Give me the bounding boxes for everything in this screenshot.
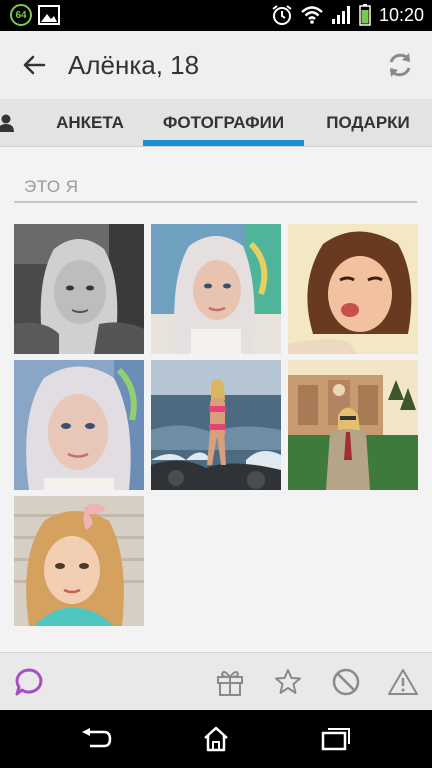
back-button[interactable] [14,45,54,85]
warning-icon [388,669,418,695]
page-title: Алёнка, 18 [68,50,200,80]
app-bar: Алёнка, 18 [0,31,432,99]
profile-icon[interactable] [0,113,18,133]
status-bar: 64 10:20 [0,0,432,31]
tab-anketa[interactable]: АНКЕТА [38,99,142,147]
photo-6-image [288,360,418,490]
nav-recents-button[interactable] [316,724,356,754]
wifi-icon [301,6,323,24]
gift-icon [217,671,243,696]
action-bar [0,652,432,710]
tab-gifts[interactable]: ПОДАРКИ [314,99,422,147]
section-divider [14,201,417,203]
system-nav-bar [0,710,432,768]
app-screen: 64 10:20 Алёнка, 18 АНКЕТА ФОТОГРАФИИ ПО… [0,0,432,768]
photo-7[interactable] [14,496,144,626]
section-title: ЭТО Я [24,177,79,196]
photo-5-image [151,360,281,490]
photo-2[interactable] [151,224,281,354]
gift-button[interactable] [213,665,247,699]
battery-icon [359,4,371,26]
arrow-back-icon [23,55,46,75]
refresh-button[interactable] [380,45,420,85]
star-icon [275,669,301,694]
status-time: 10:20 [378,4,424,25]
photo-4-image [14,360,144,490]
badge-count: 64 [15,9,27,21]
favorite-button[interactable] [271,665,305,699]
block-button[interactable] [329,665,363,699]
photo-1[interactable] [14,224,144,354]
chat-bubble-icon [15,668,43,696]
photo-3-image [288,224,418,354]
recents-nav-icon [321,728,350,751]
nav-home-button[interactable] [196,724,236,754]
status-left: 64 [10,4,60,26]
block-icon [332,668,360,696]
photo-4[interactable] [14,360,144,490]
signal-icon [331,6,350,24]
report-button[interactable] [386,665,420,699]
photos-content: ЭТО Я [0,147,432,652]
status-right: 10:20 [271,4,424,26]
chat-button[interactable] [12,665,46,699]
back-nav-icon [82,728,112,748]
home-nav-icon [204,726,228,752]
photo-3[interactable] [288,224,418,354]
refresh-icon [389,53,411,77]
photo-2-image [151,224,281,354]
tab-selected-indicator [143,140,304,146]
photo-7-image [14,496,144,626]
photo-5[interactable] [151,360,281,490]
alarm-icon [272,5,292,25]
notification-64-icon: 64 [10,4,32,26]
photo-1-image [14,224,144,354]
nav-back-button[interactable] [76,724,116,754]
photo-6[interactable] [288,360,418,490]
image-icon [38,5,60,25]
